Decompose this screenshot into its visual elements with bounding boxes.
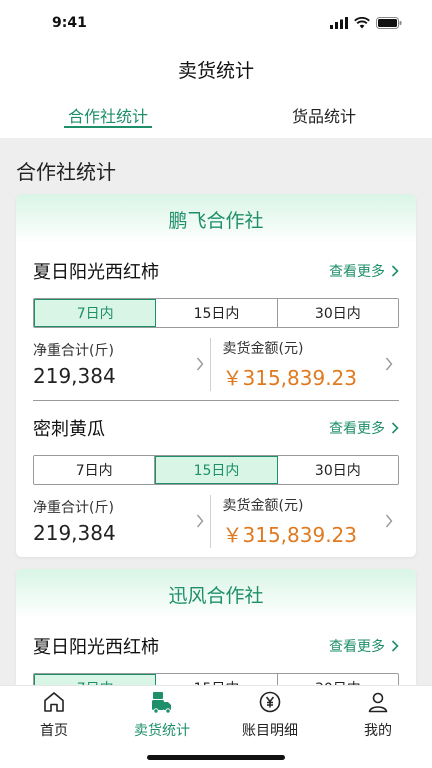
- range-7-days[interactable]: 7日内: [34, 456, 156, 484]
- net-weight-metric[interactable]: 净重合计(斤) 219,384: [33, 497, 210, 545]
- product-head: 夏日阳光西红柿 查看更多: [33, 244, 399, 298]
- tabbar-label: 我的: [364, 723, 392, 739]
- tabbar-label: 首页: [40, 723, 68, 739]
- sales-amount-value: ￥315,839.23: [222, 365, 358, 390]
- sales-amount-label: 卖货金额(元): [222, 497, 304, 514]
- date-range-selector: 7日内 15日内 30日内: [33, 298, 399, 328]
- chevron-right-icon: [385, 514, 393, 528]
- chevron-right-icon: [391, 265, 399, 277]
- metrics-row: 净重合计(斤) 219,384 卖货金额(元) ￥315,839.23: [33, 328, 399, 400]
- cooperative-card: 迅风合作社 夏日阳光西红柿 查看更多 7日内 15日内 30日内: [16, 569, 416, 685]
- range-7-days[interactable]: 7日内: [34, 299, 157, 327]
- yen-coin-icon: [256, 688, 284, 716]
- product-head: 夏日阳光西红柿 查看更多: [33, 619, 399, 673]
- net-weight-label: 净重合计(斤): [33, 500, 114, 516]
- nav-header: 卖货统计: [0, 46, 432, 92]
- wifi-icon: [354, 17, 370, 29]
- battery-icon: [376, 17, 402, 29]
- product-block: 夏日阳光西红柿 查看更多 7日内 15日内 30日内 净重合计(斤) 219,3…: [16, 244, 416, 401]
- chevron-right-icon: [391, 422, 399, 434]
- sales-amount-metric[interactable]: 卖货金额(元) ￥315,839.23: [209, 337, 400, 391]
- tabbar-item-home[interactable]: 首页: [0, 686, 108, 768]
- metrics-row: 净重合计(斤) 219,384 卖货金额(元) ￥315,839.23: [33, 485, 399, 557]
- status-time: 9:41: [52, 15, 87, 31]
- page-title: 卖货统计: [177, 59, 254, 82]
- range-30-days[interactable]: 30日内: [277, 674, 398, 685]
- signal-icon: [330, 17, 348, 29]
- sales-amount-metric[interactable]: 卖货金额(元) ￥315,839.23: [209, 494, 400, 548]
- product-block: 密刺黄瓜 查看更多 7日内 15日内 30日内 净重合计(斤) 219,384: [16, 401, 416, 557]
- section-title: 合作社统计: [16, 160, 116, 184]
- user-icon: [364, 688, 392, 716]
- product-block: 夏日阳光西红柿 查看更多 7日内 15日内 30日内: [16, 619, 416, 685]
- view-more-link[interactable]: 查看更多: [329, 261, 399, 281]
- tab-cooperative-stats[interactable]: 合作社统计: [0, 92, 216, 138]
- status-bar: 9:41: [0, 0, 432, 46]
- chevron-right-icon: [385, 357, 393, 371]
- net-weight-value: 219,384: [33, 521, 116, 545]
- view-more-link[interactable]: 查看更多: [329, 636, 399, 656]
- main-content[interactable]: 合作社统计 鹏飞合作社 夏日阳光西红柿 查看更多 7日内 15日内 30日内 净…: [0, 138, 432, 685]
- bottom-tab-bar: 首页 卖货统计 账目明细 我的: [0, 685, 432, 768]
- range-30-days[interactable]: 30日内: [277, 456, 398, 484]
- date-range-selector: 7日内 15日内 30日内: [33, 673, 399, 685]
- tabbar-label: 账目明细: [242, 723, 298, 739]
- range-15-days[interactable]: 15日内: [156, 299, 278, 327]
- range-30-days[interactable]: 30日内: [277, 299, 398, 327]
- view-more-label: 查看更多: [329, 421, 385, 437]
- date-range-selector: 7日内 15日内 30日内: [33, 455, 399, 485]
- chevron-right-icon: [196, 357, 203, 371]
- chevron-right-icon: [196, 514, 203, 528]
- home-indicator: [147, 755, 285, 760]
- view-more-label: 查看更多: [329, 639, 385, 655]
- cooperative-name: 鹏飞合作社: [16, 194, 416, 244]
- view-more-link[interactable]: 查看更多: [329, 418, 399, 438]
- top-tabs: 合作社统计 货品统计: [0, 92, 432, 138]
- product-name: 夏日阳光西红柿: [33, 637, 159, 658]
- tab-goods-stats[interactable]: 货品统计: [216, 92, 432, 138]
- sales-stats-icon: [148, 688, 176, 716]
- range-15-days[interactable]: 15日内: [155, 456, 278, 484]
- sales-amount-label: 卖货金额(元): [222, 340, 304, 357]
- sales-amount-value: ￥315,839.23: [222, 522, 358, 547]
- chevron-right-icon: [391, 640, 399, 652]
- net-weight-metric[interactable]: 净重合计(斤) 219,384: [33, 340, 210, 388]
- tabbar-label: 卖货统计: [134, 723, 190, 739]
- net-weight-label: 净重合计(斤): [33, 343, 114, 359]
- tabbar-item-profile[interactable]: 我的: [324, 686, 432, 768]
- net-weight-value: 219,384: [33, 364, 116, 388]
- range-15-days[interactable]: 15日内: [156, 674, 278, 685]
- status-icons: [330, 17, 402, 29]
- range-7-days[interactable]: 7日内: [34, 674, 157, 685]
- view-more-label: 查看更多: [329, 264, 385, 280]
- product-name: 夏日阳光西红柿: [33, 262, 159, 283]
- cooperative-card: 鹏飞合作社 夏日阳光西红柿 查看更多 7日内 15日内 30日内 净重合计(斤)…: [16, 194, 416, 557]
- home-icon: [40, 688, 68, 716]
- product-head: 密刺黄瓜 查看更多: [33, 401, 399, 455]
- product-name: 密刺黄瓜: [33, 419, 105, 440]
- cooperative-name: 迅风合作社: [16, 569, 416, 619]
